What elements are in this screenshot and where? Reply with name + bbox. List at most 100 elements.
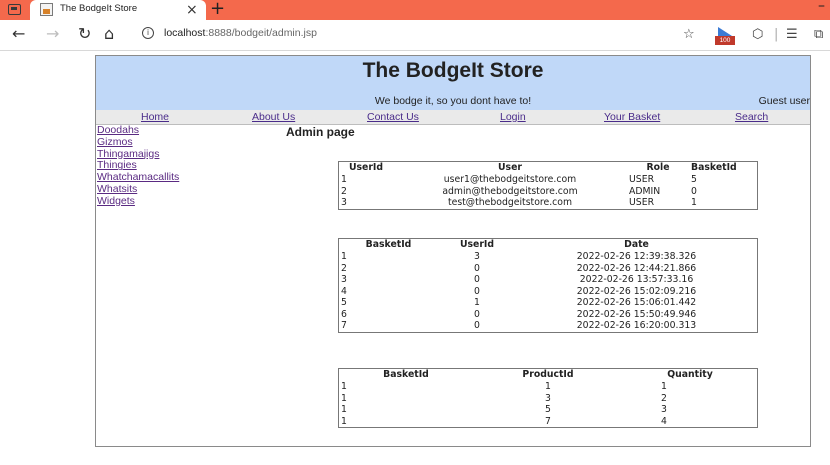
table-cell: 3 (545, 392, 551, 404)
users-table: UserId User Role BasketId 1 user1@thebod… (338, 161, 758, 210)
table-cell: USER (629, 174, 655, 185)
table-row: 1 user1@thebodgeitstore.com USER 5 (339, 174, 757, 186)
table-cell: test@thebodgeitstore.com (447, 197, 573, 208)
reading-list-icon[interactable]: ☰ (786, 26, 798, 44)
column-header: BasketId (365, 239, 412, 250)
table-cell: 1 (341, 174, 347, 185)
table-cell: 3 (474, 251, 480, 262)
table-cell: 0 (474, 262, 480, 274)
table-cell: USER (629, 197, 655, 208)
table-row: 1 3 2 (339, 393, 757, 405)
table-cell: 0 (691, 185, 697, 197)
table-cell: 1 (691, 197, 697, 208)
new-tab-button[interactable]: + (210, 0, 225, 19)
url-text[interactable]: localhost:8888/bodgeit/admin.jsp (164, 27, 317, 39)
table-cell: 6 (341, 308, 347, 320)
table-cell: 0 (474, 308, 480, 320)
table-cell: 5 (341, 297, 347, 308)
table-cell: 2022-02-26 13:57:33.16 (579, 274, 694, 285)
column-header: Role (646, 162, 670, 173)
table-cell: admin@thebodgeitstore.com (442, 185, 578, 197)
table-cell: 0 (474, 285, 480, 297)
table-cell: 2022-02-26 16:20:00.313 (576, 320, 697, 331)
reload-icon[interactable]: ↻ (78, 24, 91, 44)
column-header: Date (624, 239, 649, 250)
basket-contents-table: BasketId ProductId Quantity 1 1 1 1 3 2 … (338, 368, 758, 428)
nav-login-link[interactable]: Login (500, 110, 526, 124)
toolbar-divider: | (774, 27, 779, 42)
nav-basket-link[interactable]: Your Basket (604, 110, 660, 124)
table-row: 1 7 4 (339, 416, 757, 428)
url-path: :8888/bodgeit/admin.jsp (205, 27, 317, 39)
browser-tab[interactable]: The BodgeIt Store × (30, 0, 206, 20)
table-row: 3 test@thebodgeitstore.com USER 1 (339, 197, 757, 209)
table-cell: 5 (545, 404, 551, 415)
table-row: 1 5 3 (339, 404, 757, 416)
extensions-icon[interactable]: ⬡ (752, 26, 763, 44)
minimize-icon[interactable]: – (818, 0, 825, 14)
window-menu-icon[interactable] (8, 4, 21, 15)
url-host: localhost (164, 27, 206, 39)
forward-icon[interactable]: → (46, 24, 59, 44)
table-cell: 3 (661, 404, 667, 415)
table-cell: 4 (661, 415, 667, 427)
table-row: 2 admin@thebodgeitstore.com ADMIN 0 (339, 186, 757, 198)
table-cell: 1 (341, 381, 347, 392)
table-cell: 0 (474, 320, 480, 331)
table-cell: 2 (341, 262, 347, 274)
column-header: BasketId (691, 162, 737, 173)
nav-home-link[interactable]: Home (141, 110, 169, 124)
extension-badge: 100 (715, 36, 735, 45)
back-icon[interactable]: ← (12, 24, 25, 44)
sidebar-item-gizmos[interactable]: Gizmos (97, 136, 179, 149)
favorites-icon[interactable]: ☆ (683, 26, 695, 44)
table-cell: 2022-02-26 15:50:49.946 (576, 308, 697, 320)
sidebar-item-whatsits[interactable]: Whatsits (97, 183, 179, 196)
collections-icon[interactable]: ⧉ (814, 26, 823, 44)
table-cell: 7 (545, 415, 551, 427)
tab-close-icon[interactable]: × (186, 1, 198, 19)
table-row: 6 0 2022-02-26 15:50:49.946 (339, 309, 757, 321)
extension-icon[interactable]: 100 (715, 27, 735, 45)
table-row: 1 1 1 (339, 381, 757, 393)
table-row: 2 0 2022-02-26 12:44:21.866 (339, 263, 757, 275)
table-cell: ADMIN (629, 185, 661, 197)
site-title: The BodgeIt Store (362, 59, 544, 82)
address-bar[interactable]: i localhost:8888/bodgeit/admin.jsp (130, 24, 705, 46)
site-favicon-icon (40, 3, 53, 16)
column-header: Quantity (667, 369, 713, 380)
table-cell: 4 (341, 285, 347, 297)
table-row: 1 3 2022-02-26 12:39:38.326 (339, 251, 757, 263)
table-cell: 2022-02-26 15:06:01.442 (576, 297, 697, 308)
sidebar-item-widgets[interactable]: Widgets (97, 195, 179, 208)
nav-contact-link[interactable]: Contact Us (367, 110, 419, 124)
info-icon[interactable]: i (142, 27, 154, 39)
table-row: 5 1 2022-02-26 15:06:01.442 (339, 297, 757, 309)
site-tagline: We bodge it, so you dont have to! (374, 95, 532, 107)
table-header-row: UserId User Role BasketId (339, 162, 757, 174)
table-cell: 2022-02-26 12:44:21.866 (576, 262, 697, 274)
page-frame: The BodgeIt Store We bodge it, so you do… (95, 55, 811, 447)
table-cell: 1 (661, 381, 667, 392)
table-header-row: BasketId UserId Date (339, 239, 757, 251)
baskets-table: BasketId UserId Date 1 3 2022-02-26 12:3… (338, 238, 758, 333)
column-header: UserId (348, 162, 384, 173)
table-cell: 1 (341, 415, 347, 427)
nav-about-link[interactable]: About Us (252, 110, 295, 124)
table-cell: 0 (474, 274, 480, 285)
table-cell: 5 (691, 174, 697, 185)
table-cell: 1 (341, 251, 347, 262)
table-cell: 2 (341, 185, 347, 197)
home-icon[interactable]: ⌂ (104, 24, 114, 44)
page-title: Admin page (286, 125, 355, 139)
table-cell: 1 (545, 381, 551, 392)
table-cell: 7 (341, 320, 347, 331)
table-cell: 1 (341, 404, 347, 415)
table-cell: 3 (341, 274, 347, 285)
table-cell: 2022-02-26 15:02:09.216 (576, 285, 697, 297)
tab-title: The BodgeIt Store (60, 3, 138, 14)
column-header: ProductId (522, 369, 574, 380)
nav-search-link[interactable]: Search (735, 110, 768, 124)
table-row: 7 0 2022-02-26 16:20:00.313 (339, 320, 757, 332)
browser-tab-strip: The BodgeIt Store × + – (0, 0, 830, 20)
